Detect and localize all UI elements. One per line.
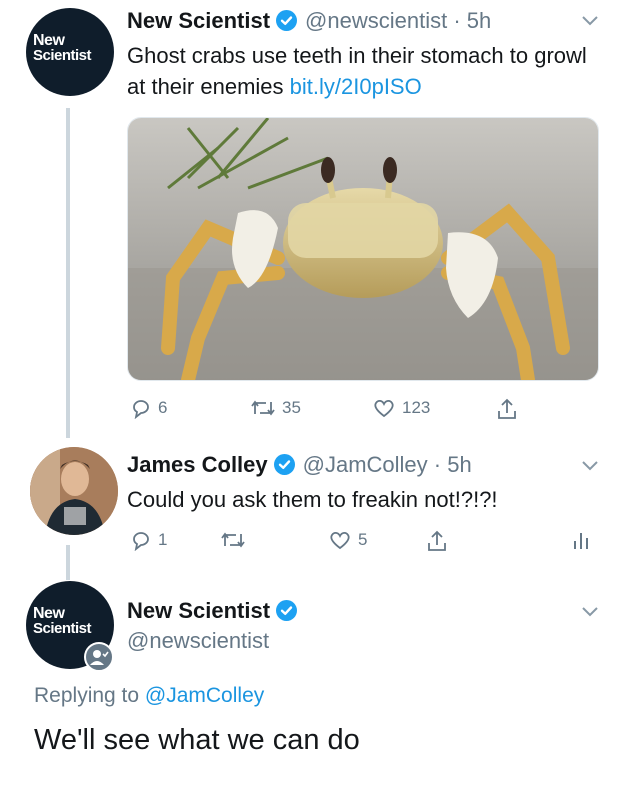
like-button[interactable]: 123: [372, 397, 430, 419]
tweet1-actions: 6 35 123: [130, 397, 530, 423]
replying-to-line: Replying to @JamColley: [34, 684, 264, 708]
share-button[interactable]: [426, 529, 448, 553]
retweet-icon: [221, 532, 245, 548]
tweet2-actions: 1 5: [130, 529, 600, 555]
crab-photo[interactable]: [127, 117, 599, 381]
reply-count: 1: [158, 530, 168, 549]
share-icon: [428, 530, 446, 551]
new-scientist-avatar[interactable]: New Scientist: [26, 8, 114, 96]
dot-separator: ·: [427, 452, 448, 477]
retweet-count: 35: [282, 398, 301, 417]
tweet3-header: New Scientist: [127, 598, 298, 624]
profile-photo: [30, 447, 118, 535]
like-button[interactable]: 5: [328, 529, 367, 551]
tweet-body: Could you ask them to freakin not!?!?!: [127, 487, 498, 512]
tweet-time[interactable]: 5h: [467, 8, 491, 33]
author-name[interactable]: New Scientist: [127, 8, 270, 33]
verified-badge-icon: [276, 10, 298, 31]
tweet1-header: New Scientist @newscientist · 5h: [127, 8, 491, 34]
follow-badge-icon: [84, 642, 114, 672]
crab-image: [128, 118, 598, 380]
author-handle[interactable]: @newscientist: [305, 8, 447, 33]
chevron-down-icon[interactable]: [580, 604, 600, 618]
james-colley-avatar[interactable]: [30, 447, 118, 535]
analytics-button[interactable]: [572, 529, 590, 551]
new-scientist-logo: New Scientist: [33, 605, 92, 637]
reply-icon: [133, 400, 149, 419]
analytics-icon: [574, 533, 588, 549]
dot-separator: ·: [447, 8, 467, 33]
like-count: 5: [358, 530, 368, 549]
chevron-down-icon[interactable]: [580, 458, 600, 472]
verified-badge-icon: [273, 454, 295, 475]
tweet2-text: Could you ask them to freakin not!?!?!: [127, 484, 607, 515]
chevron-down-icon[interactable]: [580, 13, 600, 27]
tweet3-text: We'll see what we can do: [34, 724, 360, 756]
retweet-icon: [251, 400, 275, 416]
thread-line-2: [66, 545, 70, 580]
logo-line-1: New: [33, 32, 65, 49]
replying-handle-link[interactable]: @JamColley: [145, 684, 264, 707]
retweet-button[interactable]: [220, 529, 246, 551]
replying-prefix: Replying to: [34, 684, 140, 707]
tweet-time[interactable]: 5h: [447, 452, 471, 477]
logo-line-1: New: [33, 605, 65, 622]
logo-line-2: Scientist: [33, 620, 92, 637]
logo-line-2: Scientist: [33, 47, 92, 64]
author-handle[interactable]: @newscientist: [127, 628, 269, 654]
author-name[interactable]: New Scientist: [127, 598, 270, 623]
tweet-link[interactable]: bit.ly/2I0pISO: [290, 74, 422, 99]
author-handle[interactable]: @JamColley: [303, 452, 428, 477]
new-scientist-logo: New Scientist: [33, 32, 92, 64]
reply-count: 6: [158, 398, 168, 417]
verified-badge-icon: [276, 600, 298, 621]
tweet2-header: James Colley @JamColley · 5h: [127, 452, 472, 478]
retweet-button[interactable]: 35: [250, 397, 301, 419]
reply-button[interactable]: 6: [130, 397, 167, 419]
share-icon: [498, 398, 516, 419]
reply-icon: [133, 532, 149, 551]
author-name[interactable]: James Colley: [127, 452, 268, 477]
heart-icon: [330, 531, 350, 550]
tweet1-text: Ghost crabs use teeth in their stomach t…: [127, 40, 607, 102]
share-button[interactable]: [496, 397, 518, 421]
like-count: 123: [402, 398, 431, 417]
reply-button[interactable]: 1: [130, 529, 167, 551]
heart-icon: [374, 399, 394, 418]
thread-line-1: [66, 108, 70, 438]
